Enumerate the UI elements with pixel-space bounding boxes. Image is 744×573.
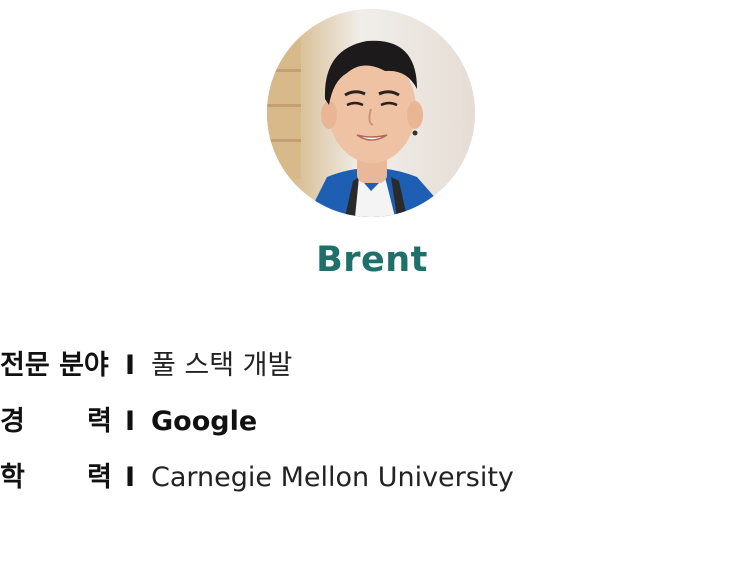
detail-label-career-part: 력	[87, 406, 112, 437]
detail-separator: I	[125, 406, 136, 437]
detail-value-career: Google	[151, 406, 258, 437]
detail-label-career-part: 경	[0, 406, 25, 437]
detail-separator: I	[125, 462, 136, 493]
profile-name: Brent	[316, 240, 428, 280]
detail-label-education: 학 력	[0, 458, 112, 498]
profile-avatar	[267, 9, 475, 217]
detail-label-specialty: 전문 분야	[0, 350, 109, 381]
detail-label-education-part: 력	[87, 462, 112, 493]
detail-separator: I	[125, 350, 136, 381]
detail-label-career: 경 력	[0, 402, 112, 442]
detail-value-specialty: 풀 스택 개발	[151, 350, 293, 381]
detail-label-education-part: 학	[0, 462, 25, 493]
profile-photo	[267, 9, 475, 217]
detail-value-education: Carnegie Mellon University	[151, 462, 514, 493]
